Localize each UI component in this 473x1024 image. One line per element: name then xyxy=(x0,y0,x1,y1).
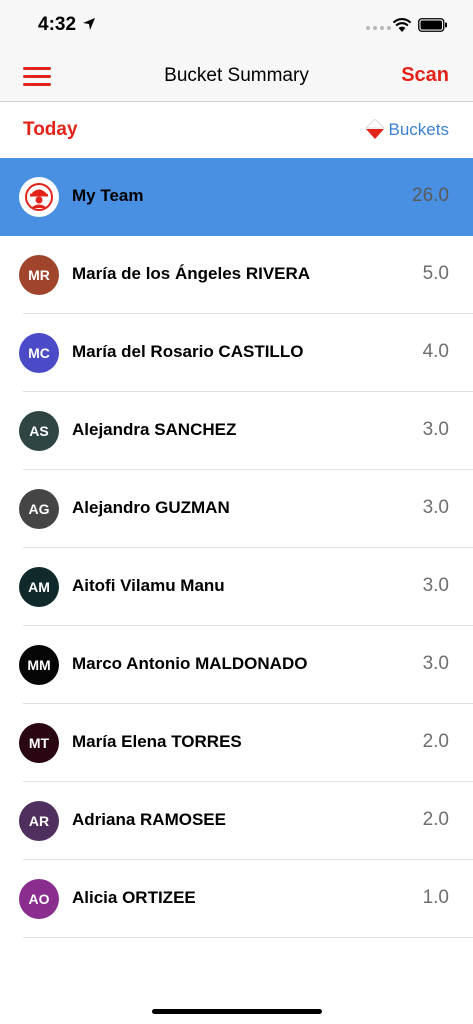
member-value: 5.0 xyxy=(422,263,449,284)
navigation-bar: Bucket Summary Scan xyxy=(0,52,473,102)
team-avatar xyxy=(19,177,59,217)
avatar: AR xyxy=(19,801,59,841)
avatar: AO xyxy=(19,879,59,919)
avatar: AS xyxy=(19,411,59,451)
member-value: 4.0 xyxy=(422,341,449,362)
avatar: MT xyxy=(19,723,59,763)
member-value: 3.0 xyxy=(422,419,449,440)
member-name: Alejandra SANCHEZ xyxy=(72,420,237,439)
list-item[interactable]: MM Marco Antonio MALDONADO 3.0 xyxy=(0,626,473,704)
row-divider xyxy=(23,937,473,938)
team-name: My Team xyxy=(72,186,144,205)
location-arrow-icon xyxy=(83,18,95,30)
buckets-label: Buckets xyxy=(388,120,449,139)
member-value: 3.0 xyxy=(422,497,449,518)
list-item[interactable]: AG Alejandro GUZMAN 3.0 xyxy=(0,470,473,548)
member-value: 3.0 xyxy=(422,575,449,596)
list-item[interactable]: MC María del Rosario CASTILLO 4.0 xyxy=(0,314,473,392)
avatar: MM xyxy=(19,645,59,685)
today-label[interactable]: Today xyxy=(23,119,78,141)
team-logo-icon xyxy=(25,183,53,211)
member-value: 2.0 xyxy=(422,809,449,830)
scan-button[interactable]: Scan xyxy=(401,64,449,87)
list-item[interactable]: MT María Elena TORRES 2.0 xyxy=(0,704,473,782)
list-item[interactable]: AR Adriana RAMOSEE 2.0 xyxy=(0,782,473,860)
list-item[interactable]: AO Alicia ORTIZEE 1.0 xyxy=(0,860,473,938)
list-item[interactable]: MR María de los Ángeles RIVERA 5.0 xyxy=(0,236,473,314)
list-item[interactable]: AS Alejandra SANCHEZ 3.0 xyxy=(0,392,473,470)
member-value: 3.0 xyxy=(422,653,449,674)
status-time: 4:32 xyxy=(38,14,77,35)
team-row[interactable]: My Team 26.0 xyxy=(0,158,473,236)
member-name: Adriana RAMOSEE xyxy=(72,810,226,829)
member-name: María del Rosario CASTILLO xyxy=(72,342,304,361)
battery-icon xyxy=(418,18,447,32)
list-item[interactable]: AM Aitofi Vilamu Manu 3.0 xyxy=(0,548,473,626)
buckets-button[interactable]: Buckets xyxy=(364,119,449,141)
member-name: Alejandro GUZMAN xyxy=(72,498,230,517)
member-value: 1.0 xyxy=(422,887,449,908)
member-name: Marco Antonio MALDONADO xyxy=(72,654,308,673)
member-value: 2.0 xyxy=(422,731,449,752)
bucket-icon xyxy=(364,119,385,139)
member-name: María de los Ángeles RIVERA xyxy=(72,264,311,283)
wifi-icon xyxy=(392,18,412,32)
member-name: Alicia ORTIZEE xyxy=(72,888,196,907)
avatar: AM xyxy=(19,567,59,607)
member-name: Aitofi Vilamu Manu xyxy=(72,576,225,595)
cellular-signal-icon xyxy=(366,26,391,30)
avatar: AG xyxy=(19,489,59,529)
team-value: 26.0 xyxy=(412,185,449,206)
member-name: María Elena TORRES xyxy=(72,732,242,751)
avatar: MR xyxy=(19,255,59,295)
member-list: My Team 26.0 MR María de los Ángeles RIVE… xyxy=(0,158,473,938)
status-bar: 4:32 xyxy=(0,0,473,52)
home-indicator[interactable] xyxy=(152,1009,322,1014)
avatar: MC xyxy=(19,333,59,373)
date-filter-header: Today Buckets xyxy=(0,102,473,158)
